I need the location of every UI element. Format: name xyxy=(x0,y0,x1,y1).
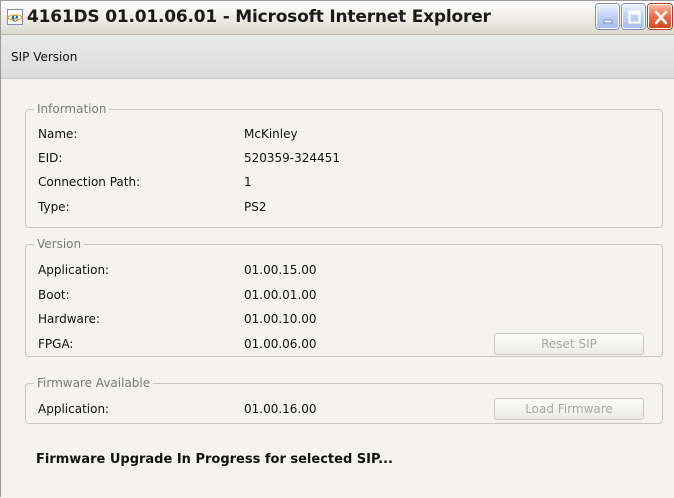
boot-version-label: Boot: xyxy=(38,288,70,302)
page-title: SIP Version xyxy=(11,50,78,64)
fpga-version-value: 01.00.06.00 xyxy=(244,337,317,351)
firmware-application-value: 01.00.16.00 xyxy=(244,402,317,416)
application-version-value: 01.00.15.00 xyxy=(244,263,317,277)
application-version-label: Application: xyxy=(38,263,110,277)
maximize-icon xyxy=(628,10,641,24)
close-icon xyxy=(654,10,668,25)
connection-path-value: 1 xyxy=(244,175,252,189)
information-legend: Information xyxy=(37,102,107,116)
window-title: 4161DS 01.01.06.01 - Microsoft Internet … xyxy=(27,7,491,27)
maximize-button[interactable] xyxy=(622,4,645,29)
status-message: Firmware Upgrade In Progress for selecte… xyxy=(36,452,393,467)
close-button[interactable] xyxy=(648,4,672,29)
reset-sip-button[interactable]: Reset SIP xyxy=(494,333,644,355)
minimize-icon xyxy=(603,19,613,24)
version-legend: Version xyxy=(37,237,82,251)
eid-value: 520359-324451 xyxy=(244,151,340,165)
svg-text:e: e xyxy=(11,11,19,25)
hardware-version-label: Hardware: xyxy=(38,312,100,326)
boot-version-value: 01.00.01.00 xyxy=(244,288,317,302)
firmware-available-legend: Firmware Available xyxy=(37,376,151,390)
name-label: Name: xyxy=(38,127,78,141)
type-value: PS2 xyxy=(244,200,267,214)
title-bar[interactable]: e 4161DS 01.01.06.01 - Microsoft Interne… xyxy=(1,1,674,35)
fpga-version-label: FPGA: xyxy=(38,337,74,351)
internet-explorer-icon: e xyxy=(7,9,23,25)
load-firmware-button[interactable]: Load Firmware xyxy=(494,398,644,420)
minimize-button[interactable] xyxy=(596,4,619,29)
information-group: Information xyxy=(25,102,663,228)
page-header: SIP Version xyxy=(1,35,674,79)
browser-window: e 4161DS 01.01.06.01 - Microsoft Interne… xyxy=(0,0,674,498)
firmware-application-label: Application: xyxy=(38,402,110,416)
hardware-version-value: 01.00.10.00 xyxy=(244,312,317,326)
connection-path-label: Connection Path: xyxy=(38,175,141,189)
sip-version-panel: Information Name: McKinley EID: 520359-3… xyxy=(1,79,674,498)
type-label: Type: xyxy=(38,200,70,214)
eid-label: EID: xyxy=(38,151,63,165)
name-value: McKinley xyxy=(244,127,298,141)
